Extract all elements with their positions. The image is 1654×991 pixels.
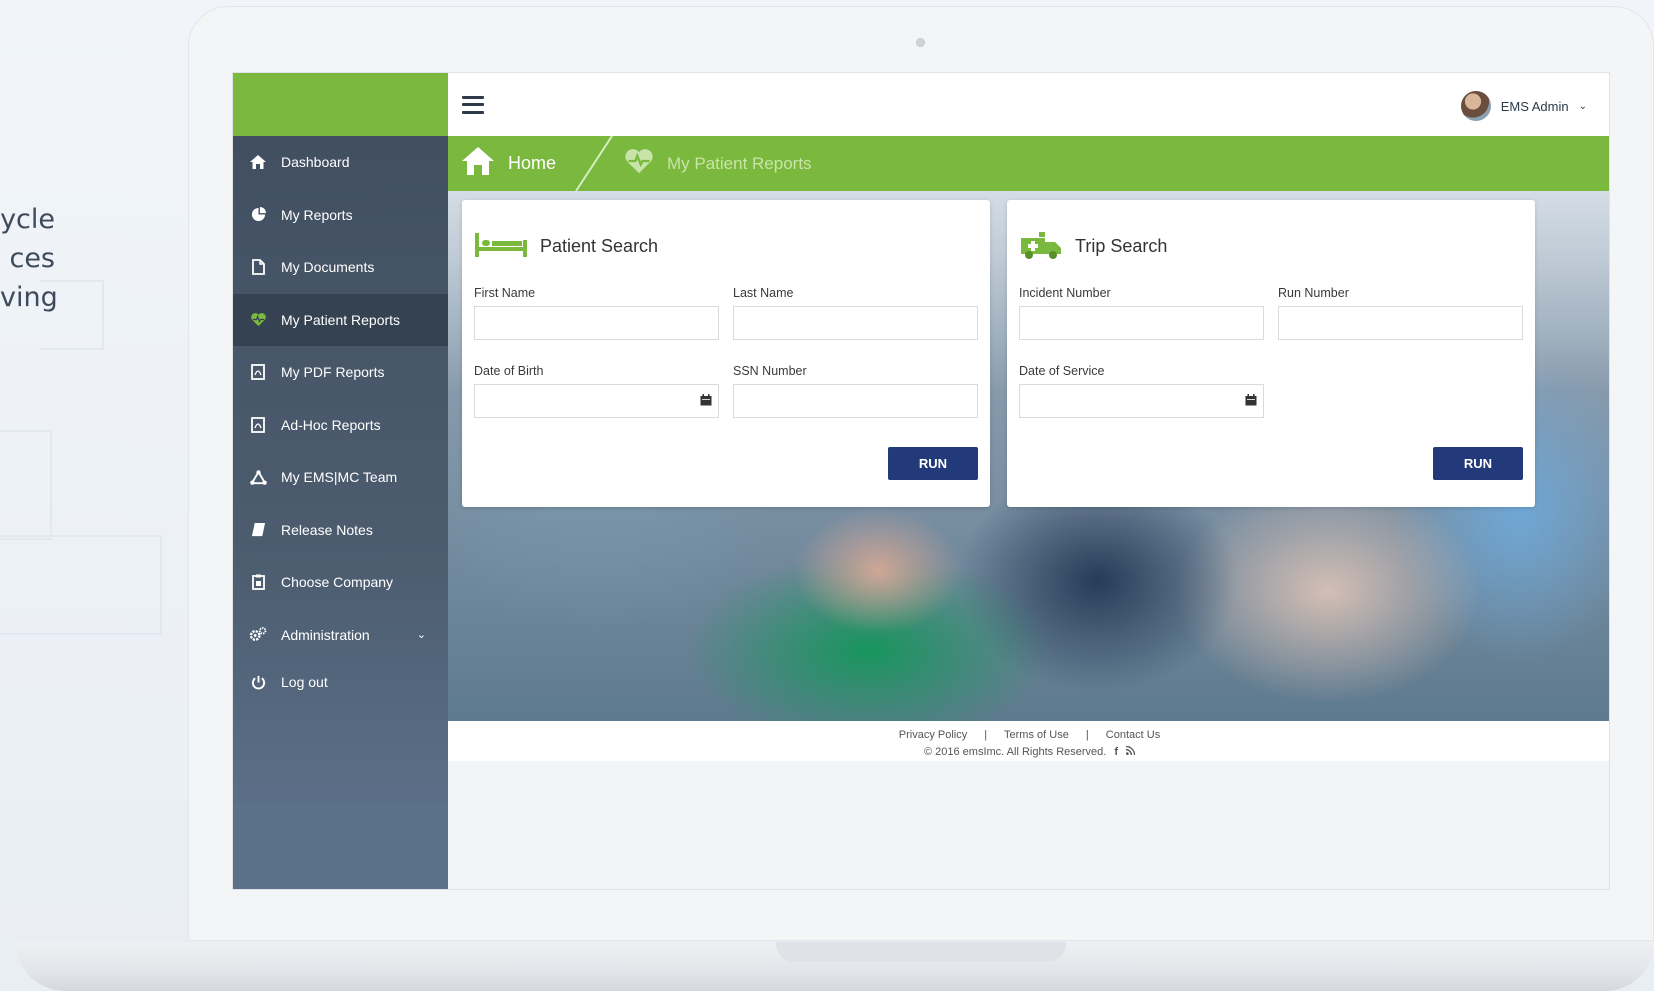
pie-chart-icon [247, 207, 269, 222]
first-name-group: First Name [474, 286, 719, 340]
sidebar-item-dashboard[interactable]: Dashboard [233, 136, 448, 189]
ssn-group: SSN Number [733, 364, 978, 418]
sidebar-item-label: Log out [281, 674, 328, 690]
hospital-bed-icon [474, 230, 528, 263]
breadcrumb-current: My Patient Reports [623, 147, 812, 180]
sidebar-item-administration[interactable]: Administration ⌄ [233, 609, 448, 662]
background-decoration [0, 535, 162, 635]
run-number-label: Run Number [1278, 286, 1349, 300]
sidebar-item-label: Dashboard [281, 154, 350, 171]
camera-icon [916, 38, 925, 47]
sidebar-item-log-out[interactable]: Log out [233, 661, 448, 703]
sidebar-item-my-documents[interactable]: My Documents [233, 241, 448, 294]
sidebar-item-release-notes[interactable]: Release Notes [233, 504, 448, 557]
calendar-icon[interactable] [1245, 394, 1257, 406]
document-icon [247, 259, 269, 276]
incident-number-label: Incident Number [1019, 286, 1111, 300]
sidebar-item-label: Choose Company [281, 574, 394, 591]
heart-pulse-icon [247, 312, 269, 327]
breadcrumb: Home My Patient Reports [448, 136, 1609, 191]
home-icon [247, 155, 269, 170]
contact-us-link[interactable]: Contact Us [1106, 729, 1160, 741]
copyright-text: © 2016 emsImc. All Rights Reserved. [923, 746, 1107, 758]
first-name-input[interactable] [474, 306, 719, 340]
dob-input[interactable] [474, 384, 719, 418]
facebook-icon[interactable]: f [1114, 746, 1118, 758]
sidebar-logo-area [233, 73, 448, 136]
calendar-icon[interactable] [700, 394, 712, 406]
run-number-input[interactable] [1278, 306, 1523, 340]
last-name-label: Last Name [733, 286, 794, 300]
footer-separator: | [1085, 729, 1089, 741]
sidebar-item-label: Ad-Hoc Reports [281, 416, 381, 433]
user-name: EMS Admin [1500, 98, 1569, 114]
team-icon [247, 469, 269, 485]
top-bar: EMS Admin ⌄ [448, 73, 1609, 136]
incident-number-input[interactable] [1019, 306, 1264, 340]
sidebar-item-my-reports[interactable]: My Reports [233, 189, 448, 242]
patient-search-card: Patient Search First Name Last Name Date… [462, 200, 990, 507]
background-decoration [40, 280, 104, 350]
home-icon [462, 147, 494, 180]
ambulance-icon [1019, 228, 1063, 265]
trip-search-header: Trip Search [1019, 200, 1523, 286]
pdf-icon [247, 364, 269, 381]
sidebar: Dashboard My Reports My Documents My Pat… [233, 73, 448, 889]
trip-search-title: Trip Search [1075, 235, 1168, 256]
trip-run-button[interactable]: RUN [1433, 447, 1523, 480]
cogs-icon [247, 627, 269, 642]
last-name-input[interactable] [733, 306, 978, 340]
patient-search-title: Patient Search [540, 235, 659, 256]
pdf-icon [247, 416, 269, 433]
incident-number-group: Incident Number [1019, 286, 1264, 340]
run-number-group: Run Number [1278, 286, 1523, 340]
date-of-service-input[interactable] [1019, 384, 1264, 418]
dob-group: Date of Birth [474, 364, 719, 418]
sidebar-item-label: My PDF Reports [281, 364, 385, 381]
first-name-label: First Name [474, 286, 536, 300]
last-name-group: Last Name [733, 286, 978, 340]
sidebar-item-label: My Reports [281, 206, 353, 223]
dob-label: Date of Birth [474, 364, 544, 378]
chevron-down-icon: ⌄ [416, 629, 426, 642]
avatar [1460, 91, 1491, 121]
sidebar-item-ad-hoc-reports[interactable]: Ad-Hoc Reports [233, 399, 448, 452]
sidebar-item-my-team[interactable]: My EMS|MC Team [233, 451, 448, 504]
sidebar-bottom [233, 803, 448, 889]
footer-separator: | [984, 729, 988, 741]
sidebar-item-label: Administration [281, 626, 370, 643]
ssn-label: SSN Number [733, 364, 807, 378]
app-screen: Dashboard My Reports My Documents My Pat… [232, 72, 1610, 890]
terms-of-use-link[interactable]: Terms of Use [1004, 729, 1069, 741]
footer: Privacy Policy | Terms of Use | Contact … [448, 721, 1609, 761]
date-of-service-group: Date of Service [1019, 364, 1264, 418]
main-content: EMS Admin ⌄ Home My Patient Reports Pati… [448, 73, 1609, 889]
sidebar-item-label: My Patient Reports [281, 311, 401, 328]
patient-run-button[interactable]: RUN [888, 447, 978, 480]
sidebar-item-my-pdf-reports[interactable]: My PDF Reports [233, 346, 448, 399]
heart-pulse-icon [623, 147, 655, 180]
sidebar-item-label: My EMS|MC Team [281, 469, 398, 486]
rss-icon[interactable] [1125, 745, 1136, 758]
sidebar-item-my-patient-reports[interactable]: My Patient Reports [233, 293, 448, 346]
chevron-down-icon: ⌄ [1578, 100, 1587, 112]
patient-search-header: Patient Search [474, 200, 978, 286]
clipboard-icon [247, 574, 269, 591]
sidebar-item-label: Release Notes [281, 521, 373, 538]
date-of-service-label: Date of Service [1019, 364, 1105, 378]
ssn-input[interactable] [733, 384, 978, 418]
privacy-policy-link[interactable]: Privacy Policy [899, 729, 967, 741]
user-menu[interactable]: EMS Admin ⌄ [1460, 91, 1587, 121]
breadcrumb-home[interactable]: Home [448, 147, 556, 180]
trip-search-card: Trip Search Incident Number Run Number D… [1007, 200, 1535, 507]
book-icon [247, 522, 269, 537]
sidebar-item-label: My Documents [281, 259, 375, 276]
background-decoration [0, 430, 52, 540]
menu-toggle-icon[interactable] [462, 95, 484, 114]
laptop-notch [776, 942, 1066, 962]
power-icon [247, 675, 269, 690]
breadcrumb-separator [575, 136, 613, 191]
sidebar-item-choose-company[interactable]: Choose Company [233, 556, 448, 609]
